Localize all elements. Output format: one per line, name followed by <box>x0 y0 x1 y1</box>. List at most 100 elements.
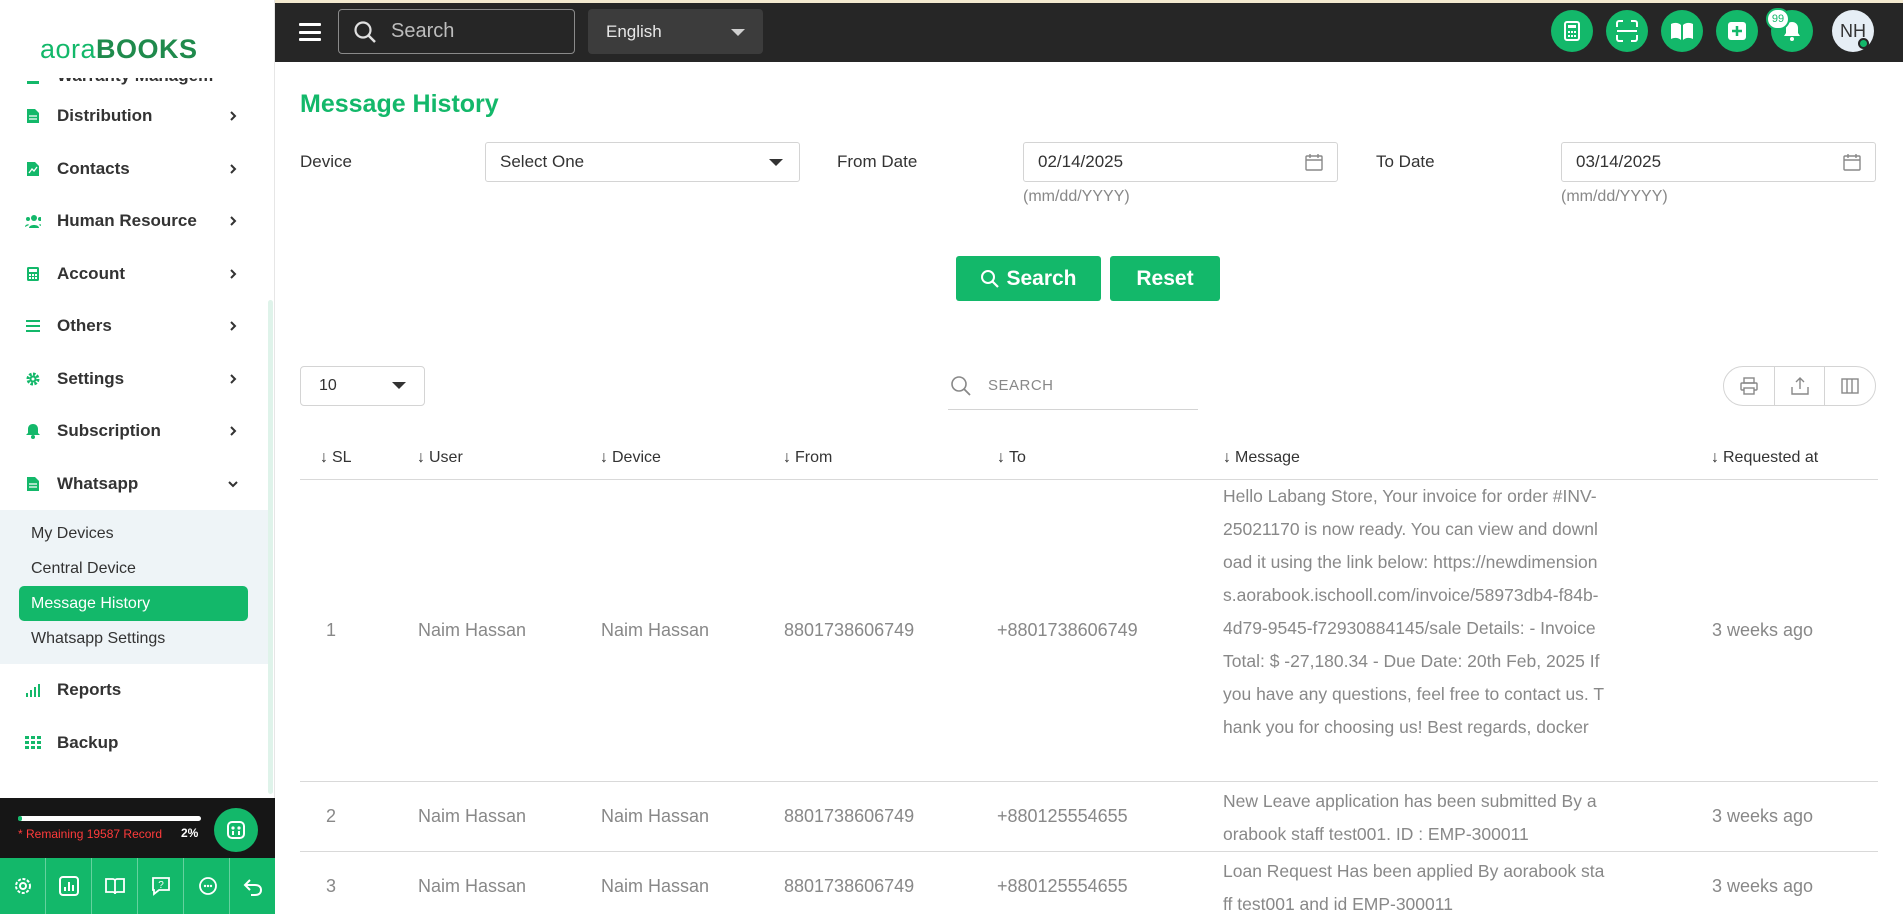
columns-button[interactable] <box>1825 367 1875 405</box>
document-icon <box>25 108 41 124</box>
sidebar-subitem-whatsapp-settings[interactable]: Whatsapp Settings <box>19 621 248 656</box>
cell-device: Naim Hassan <box>601 876 710 896</box>
language-select[interactable]: English <box>588 9 763 54</box>
book-icon <box>104 878 125 895</box>
chat-shortcut[interactable] <box>184 858 230 914</box>
column-header-sl[interactable]: ↓ SL <box>320 436 352 480</box>
sidebar-subitem-my-devices[interactable]: My Devices <box>19 516 248 551</box>
sidebar-item-human-resource[interactable]: Human Resource <box>0 195 270 248</box>
reports-shortcut[interactable] <box>46 858 92 914</box>
question-icon: ? <box>151 877 170 896</box>
device-select-value: Select One <box>500 152 585 171</box>
record-progress-bar <box>18 816 201 821</box>
cell-from: 8801738606749 <box>784 620 915 640</box>
sidebar-item-reports[interactable]: Reports <box>0 664 270 717</box>
help-shortcut[interactable]: ? <box>138 858 184 914</box>
to-date-value: 03/14/2025 <box>1576 152 1662 171</box>
sidebar-subitem-central-device[interactable]: Central Device <box>19 551 248 586</box>
sidebar-bottom-toolbar: ? <box>0 858 275 914</box>
device-select[interactable]: Select One <box>485 142 800 182</box>
from-date-input[interactable]: 02/14/2025 <box>1023 142 1338 182</box>
sidebar-item-subscription[interactable]: Subscription <box>0 405 270 458</box>
column-header-label: Message <box>1235 449 1300 466</box>
column-header-message[interactable]: ↓ Message <box>1223 436 1300 480</box>
cell-user: Naim Hassan <box>418 876 527 896</box>
column-header-user[interactable]: ↓ User <box>417 436 463 480</box>
gear-icon <box>25 371 41 387</box>
chat-icon <box>198 877 217 895</box>
column-header-label: Requested at <box>1723 449 1819 466</box>
search-button-label: Search <box>1006 266 1077 290</box>
cell-sl: 3 <box>326 876 337 896</box>
sidebar-scrollbar[interactable] <box>268 300 273 794</box>
sidebar-item-label: Reports <box>57 680 122 700</box>
sidebar-item-settings[interactable]: Settings <box>0 353 270 406</box>
add-new-button[interactable] <box>1716 10 1758 52</box>
column-header-to[interactable]: ↓ To <box>997 436 1026 480</box>
chart-icon <box>58 876 79 896</box>
column-header-label: From <box>795 449 833 466</box>
calendar-icon[interactable] <box>1305 153 1323 171</box>
document-icon <box>25 476 41 492</box>
calendar-icon[interactable] <box>1843 153 1861 171</box>
sidebar-item-warranty[interactable]: Warranty Managem <box>0 78 270 90</box>
table-row[interactable]: 1 Naim Hassan Naim Hassan 8801738606749 … <box>300 480 1878 782</box>
to-date-label: To Date <box>1376 152 1435 171</box>
to-date-input[interactable]: 03/14/2025 <box>1561 142 1876 182</box>
sidebar-item-whatsapp[interactable]: Whatsapp <box>0 458 270 511</box>
search-button[interactable]: Search <box>956 256 1101 301</box>
guide-button[interactable] <box>1661 10 1703 52</box>
sidebar-item-others[interactable]: Others <box>0 300 270 353</box>
column-header-device[interactable]: ↓ Device <box>600 436 661 480</box>
settings-shortcut[interactable] <box>0 858 46 914</box>
column-header-requested-at[interactable]: ↓ Requested at <box>1711 436 1818 480</box>
undo-icon <box>243 879 262 896</box>
menu-toggle-icon[interactable] <box>299 23 321 41</box>
scan-icon <box>1616 20 1638 42</box>
sort-arrow-icon: ↓ <box>1711 449 1719 466</box>
sidebar: aoraBOOKS Warranty Managem Distribution … <box>0 0 275 914</box>
scan-button[interactable] <box>1606 10 1648 52</box>
caret-down-icon <box>731 29 745 36</box>
sidebar-item-distribution[interactable]: Distribution <box>0 90 270 143</box>
cell-to: +880125554655 <box>997 876 1128 896</box>
gear-icon <box>14 878 31 894</box>
cell-sl: 1 <box>326 620 337 640</box>
column-header-label: User <box>429 449 463 466</box>
export-button[interactable] <box>1775 367 1826 405</box>
column-header-from[interactable]: ↓ From <box>783 436 832 480</box>
reset-button[interactable]: Reset <box>1110 256 1220 301</box>
rows-per-page-select[interactable]: 10 <box>300 366 425 406</box>
headset-icon <box>227 821 245 839</box>
print-icon <box>1740 377 1758 395</box>
chevron-right-icon <box>230 321 237 331</box>
device-label: Device <box>300 152 352 171</box>
sort-arrow-icon: ↓ <box>320 449 328 466</box>
sidebar-subitem-message-history[interactable]: Message History <box>19 586 248 621</box>
cell-user: Naim Hassan <box>418 620 527 640</box>
table-row[interactable]: 3 Naim Hassan Naim Hassan 8801738606749 … <box>300 852 1878 914</box>
sidebar-item-account[interactable]: Account <box>0 248 270 301</box>
chevron-right-icon <box>230 426 237 436</box>
table-row[interactable]: 2 Naim Hassan Naim Hassan 8801738606749 … <box>300 782 1878 852</box>
grid-icon <box>25 735 41 751</box>
search-icon <box>981 269 1000 288</box>
cell-sl: 2 <box>326 806 337 826</box>
calculator-button[interactable] <box>1551 10 1593 52</box>
global-search-input[interactable]: Search <box>338 9 575 54</box>
print-button[interactable] <box>1724 367 1775 405</box>
caret-down-icon <box>769 159 783 166</box>
guide-shortcut[interactable] <box>92 858 138 914</box>
table-search-input[interactable]: SEARCH <box>948 362 1198 410</box>
brand-logo[interactable]: aoraBOOKS <box>40 34 198 65</box>
table-search-placeholder: SEARCH <box>988 377 1054 394</box>
sidebar-item-contacts[interactable]: Contacts <box>0 143 270 196</box>
sidebar-item-backup[interactable]: Backup <box>0 717 270 770</box>
notification-count-badge: 99 <box>1766 8 1790 30</box>
support-chat-button[interactable] <box>214 808 258 852</box>
table-header: ↓ SL ↓ User ↓ Device ↓ From ↓ To ↓ Message ↓ Re… <box>300 436 1878 480</box>
chevron-right-icon <box>230 111 237 121</box>
logout-shortcut[interactable] <box>230 858 275 914</box>
contacts-icon <box>25 161 41 177</box>
cell-from: 8801738606749 <box>784 806 915 826</box>
